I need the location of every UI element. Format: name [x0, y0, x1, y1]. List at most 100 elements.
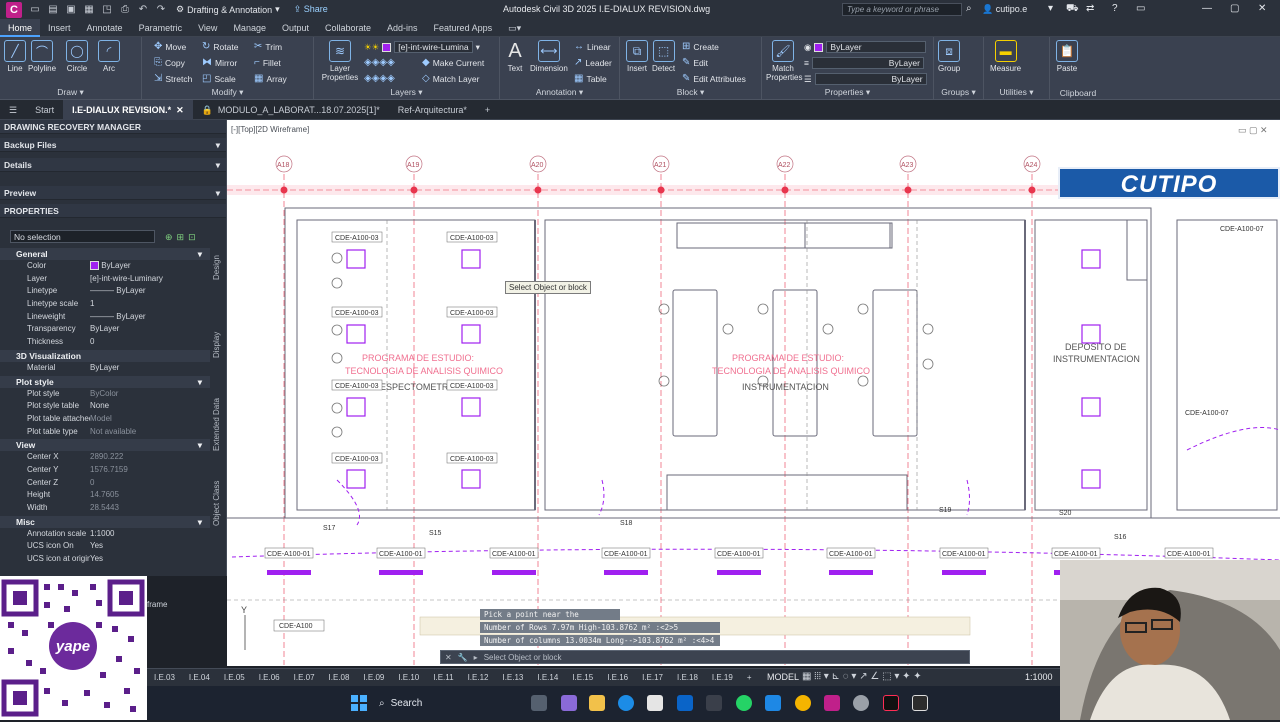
- tiktok-icon[interactable]: [883, 695, 899, 711]
- annotation-group-label[interactable]: Annotation: [536, 87, 577, 97]
- block-group-label[interactable]: Block: [677, 87, 698, 97]
- doc-tab-dialux[interactable]: I.E-DIALUX REVISION.* ✕: [63, 99, 193, 120]
- user-account[interactable]: 👤 cutipo.e: [982, 4, 1027, 15]
- add-layout-button[interactable]: +: [740, 669, 759, 687]
- tab-addins[interactable]: Add-ins: [379, 19, 426, 37]
- prop-value[interactable]: 1:1000: [90, 528, 210, 541]
- match-properties-button[interactable]: 🖌 Match Properties: [766, 40, 802, 82]
- line-button[interactable]: ╱ Line: [4, 40, 26, 73]
- tab-home[interactable]: Home: [0, 18, 41, 37]
- share-button[interactable]: ⇪ Share: [294, 4, 328, 15]
- layout-tab[interactable]: I.E.16: [600, 669, 635, 687]
- leader-button[interactable]: ↗ Leader: [574, 57, 612, 68]
- task-view-icon[interactable]: [531, 695, 547, 711]
- help-icon[interactable]: ?: [1112, 3, 1118, 14]
- status-tools-icon[interactable]: ▦ ⦙⦙⦙ ▾ ⊾ ◌ ▾ ↗ ∠ ⬚ ▾ ✦ ✦: [802, 671, 922, 682]
- prop-value[interactable]: 1: [90, 298, 210, 311]
- close-icon[interactable]: ✕: [176, 100, 184, 120]
- layout-tab[interactable]: I.E.11: [426, 669, 460, 687]
- viewport-window-controls[interactable]: ▭ ▢ ✕: [1238, 125, 1268, 136]
- prop-value[interactable]: 0: [90, 336, 210, 349]
- layout-tab[interactable]: I.E.12: [461, 669, 496, 687]
- array-button[interactable]: ▦ Array: [254, 73, 287, 84]
- color-combo[interactable]: ◉ ByLayer: [804, 41, 927, 53]
- properties-group-label[interactable]: Properties: [825, 87, 864, 97]
- tab-parametric[interactable]: Parametric: [131, 19, 191, 37]
- new-tab-button[interactable]: +: [476, 100, 499, 120]
- paste-button[interactable]: 📋 Paste: [1056, 40, 1078, 73]
- create-block-button[interactable]: ⊞ Create: [682, 41, 719, 52]
- prop-value[interactable]: Yes: [90, 540, 210, 553]
- redo-icon[interactable]: ↷: [155, 4, 167, 16]
- whatsapp-icon[interactable]: [736, 695, 752, 711]
- layout-tab[interactable]: I.E.19: [705, 669, 740, 687]
- pickadd-icon[interactable]: ⊡: [188, 232, 196, 243]
- vscode-icon[interactable]: [765, 695, 781, 711]
- search-icon[interactable]: ⌕: [966, 3, 972, 14]
- rotate-button[interactable]: ↻ Rotate: [202, 41, 238, 52]
- layout-tab[interactable]: I.E.14: [530, 669, 565, 687]
- save-icon[interactable]: ▣: [65, 4, 77, 16]
- outlook-icon[interactable]: [677, 695, 693, 711]
- trim-button[interactable]: ✂ Trim: [254, 41, 282, 52]
- settings-icon[interactable]: [853, 695, 869, 711]
- open-file-icon[interactable]: ▤: [47, 4, 59, 16]
- annotation-scale[interactable]: 1:1000: [1025, 672, 1053, 682]
- new-file-icon[interactable]: ▭: [29, 4, 41, 16]
- civil3d-taskbar-icon[interactable]: [824, 695, 840, 711]
- layout-tab[interactable]: I.E.04: [182, 669, 217, 687]
- tab-annotate[interactable]: Annotate: [79, 19, 131, 37]
- group-button[interactable]: ⧈ Group: [938, 40, 960, 73]
- clipboard-group-label[interactable]: Clipboard: [1060, 88, 1096, 98]
- prop-value[interactable]: ——— ByLayer: [90, 285, 210, 298]
- tab-output[interactable]: Output: [274, 19, 317, 37]
- prop-value[interactable]: ByLayer: [90, 260, 210, 273]
- layout-tab[interactable]: I.E.05: [217, 669, 252, 687]
- app-icon[interactable]: [706, 695, 722, 711]
- make-current-button[interactable]: ◆ Make Current: [422, 57, 484, 68]
- quick-select-icon[interactable]: ⊕: [165, 232, 173, 243]
- minimize-button[interactable]: —: [1202, 3, 1212, 14]
- table-button[interactable]: ▦ Table: [574, 73, 607, 84]
- side-tab-extended-data[interactable]: Extended Data: [212, 395, 225, 455]
- edge-icon[interactable]: [618, 695, 634, 711]
- stretch-button[interactable]: ⇲ Stretch: [154, 73, 192, 84]
- text-button[interactable]: A Text: [504, 40, 526, 74]
- chrome-icon[interactable]: [795, 695, 811, 711]
- command-input[interactable]: Select Object or block: [484, 653, 562, 662]
- layer-properties-button[interactable]: ≋ Layer Properties: [320, 40, 360, 82]
- groups-group-label[interactable]: Groups: [941, 87, 969, 97]
- cart-icon[interactable]: ⛟: [1066, 3, 1079, 16]
- close-icon[interactable]: ✕: [445, 653, 452, 662]
- ribbon-toggle-icon[interactable]: ▭: [1136, 3, 1145, 14]
- lineweight-combo[interactable]: ☰ ByLayer: [804, 73, 927, 85]
- layout-tab[interactable]: I.E.17: [635, 669, 670, 687]
- fillet-button[interactable]: ⌐ Fillet: [254, 57, 281, 68]
- arc-button[interactable]: ◜ Arc: [98, 40, 120, 73]
- prop-value[interactable]: ByLayer: [90, 362, 210, 375]
- web-mobile-icon[interactable]: ◳: [101, 4, 113, 16]
- maximize-button[interactable]: ▢: [1230, 3, 1239, 14]
- exchange-icon[interactable]: ⇄: [1086, 3, 1094, 14]
- viewport-controls[interactable]: [-][Top][2D Wireframe]: [231, 125, 309, 134]
- tab-featured-apps[interactable]: Featured Apps: [426, 19, 501, 37]
- layer-tool-icon[interactable]: ◈◈◈◈: [364, 73, 395, 84]
- ribbon-minimize-icon[interactable]: ▭▾: [500, 19, 529, 37]
- dimension-button[interactable]: ⟷ Dimension: [530, 40, 568, 73]
- select-objects-icon[interactable]: ⊞: [177, 232, 185, 243]
- plot-icon[interactable]: ⎙: [119, 4, 131, 16]
- doc-tab-modulo[interactable]: 🔒 MODULO_A_LABORAT...18.07.2025[1]*: [193, 100, 389, 120]
- preview-header[interactable]: Preview ▾: [0, 186, 226, 200]
- layout-tab[interactable]: I.E.15: [565, 669, 600, 687]
- command-line[interactable]: ✕ 🔧 ▸ Select Object or block: [440, 650, 970, 664]
- section-view[interactable]: View ▾: [0, 439, 210, 452]
- dialux-icon[interactable]: [912, 695, 928, 711]
- taskbar-search[interactable]: ⌕ Search: [379, 694, 529, 712]
- tab-collaborate[interactable]: Collaborate: [317, 19, 379, 37]
- layout-tab[interactable]: I.E.03: [147, 669, 182, 687]
- menu-icon[interactable]: ☰: [0, 100, 26, 120]
- help-search-input[interactable]: Type a keyword or phrase: [842, 3, 962, 16]
- selection-dropdown[interactable]: No selection: [10, 230, 155, 243]
- layer-tool-icon[interactable]: ◈◈◈◈: [364, 57, 395, 68]
- layer-combo[interactable]: ☀☀ [e]-int-wire-Lumina ▾: [364, 41, 480, 53]
